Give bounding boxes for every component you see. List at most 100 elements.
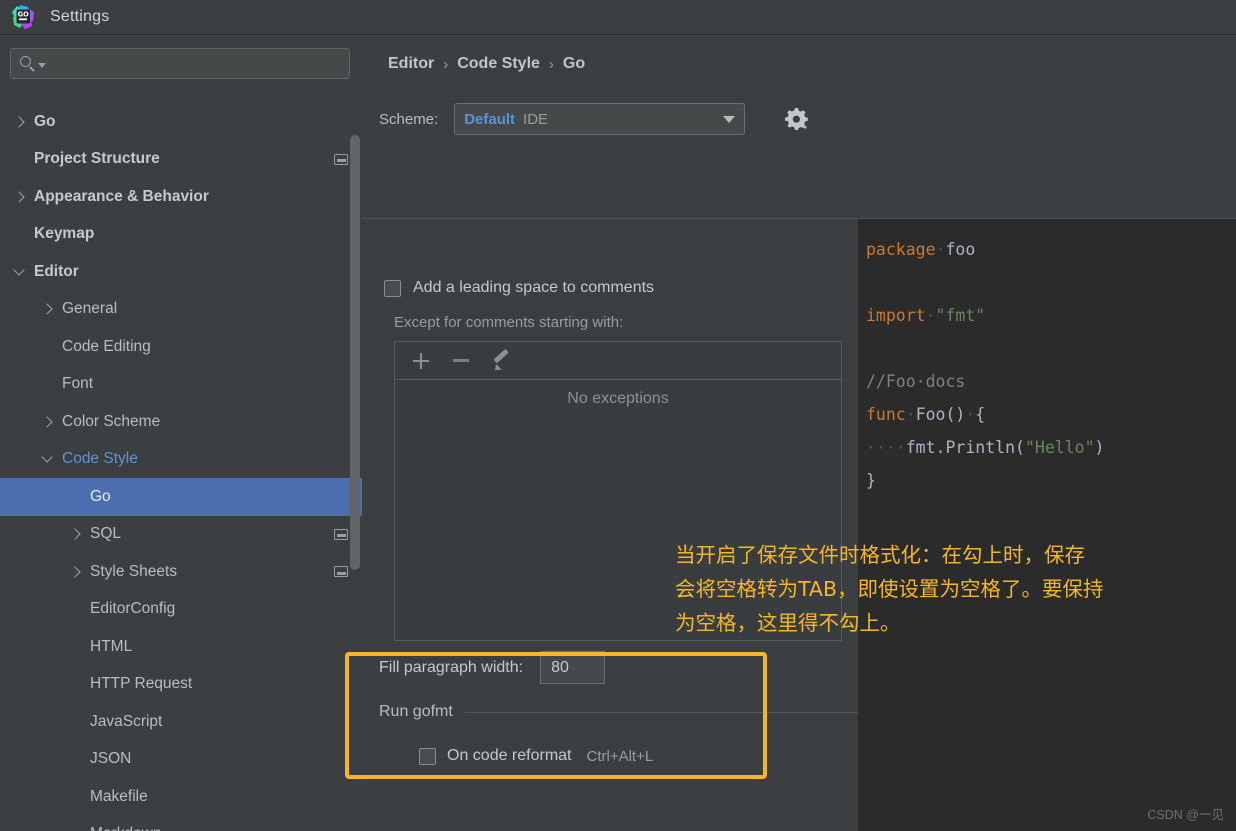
annotation-text: 当开启了保存文件时格式化：在勾上时，保存 会将空格转为TAB，即使设置为空格了。…	[675, 543, 1104, 635]
search-box[interactable]	[10, 48, 350, 79]
breadcrumb: Editor › Code Style › Go	[388, 55, 585, 73]
search-icon	[19, 55, 37, 73]
run-gofmt-group: Run gofmt On code reformat Ctrl+Alt+L	[379, 703, 859, 765]
run-gofmt-title: Run gofmt	[379, 703, 453, 720]
settings-window: GO Settings Go Project Structure Appearanc…	[0, 0, 1236, 831]
chevron-down-icon[interactable]	[38, 62, 46, 68]
chevron-right-icon[interactable]	[70, 528, 82, 540]
sidebar-item-label: JavaScript	[90, 712, 163, 730]
chevron-down-icon[interactable]	[14, 266, 26, 278]
settings-pane: Add a leading space to comments Except f…	[362, 219, 859, 831]
sidebar-item-code-editing[interactable]: Code Editing	[0, 328, 362, 366]
scheme-value: Default	[464, 110, 516, 128]
on-code-reformat-shortcut: Ctrl+Alt+L	[586, 747, 654, 765]
sidebar-item-label: Makefile	[90, 787, 148, 805]
sidebar-item-go[interactable]: Go	[0, 103, 362, 141]
sidebar-item-editorconfig[interactable]: EditorConfig	[0, 591, 362, 629]
title-bar: GO Settings	[0, 0, 1236, 35]
code-line: ····fmt.Println("Hello")	[866, 438, 1105, 457]
fill-paragraph-input[interactable]	[540, 651, 606, 684]
sidebar-item-style-sheets[interactable]: Style Sheets	[0, 553, 362, 591]
search-input[interactable]	[50, 55, 341, 72]
window-badge-icon	[334, 153, 348, 165]
scheme-select[interactable]: Default IDE	[454, 103, 746, 135]
add-icon[interactable]	[405, 347, 437, 375]
sidebar-item-label: HTTP Request	[90, 675, 193, 693]
add-leading-space-option[interactable]: Add a leading space to comments	[384, 279, 654, 297]
chevron-right-icon[interactable]	[70, 566, 82, 578]
sidebar-scrollbar-track[interactable]	[350, 135, 360, 570]
except-label: Except for comments starting with:	[394, 314, 624, 331]
sidebar-item-label: General	[62, 300, 118, 318]
exceptions-empty-text: No exceptions	[567, 390, 669, 407]
sidebar-item-label: HTML	[90, 637, 133, 655]
breadcrumb-separator: ›	[548, 55, 554, 73]
sidebar-item-color-scheme[interactable]: Color Scheme	[0, 403, 362, 441]
sidebar-item-markdown[interactable]: Markdown	[0, 816, 362, 831]
sidebar-item-label: Markdown	[90, 825, 348, 831]
chevron-right-icon[interactable]	[14, 191, 26, 203]
svg-text:GO: GO	[18, 11, 29, 19]
sidebar-item-label: Editor	[34, 262, 79, 280]
breadcrumb-item[interactable]: Go	[563, 55, 585, 73]
add-leading-space-checkbox[interactable]	[384, 279, 401, 297]
sidebar-scrollbar-thumb[interactable]	[350, 135, 360, 570]
sidebar-item-html[interactable]: HTML	[0, 628, 362, 666]
sidebar-item-font[interactable]: Font	[0, 366, 362, 404]
sidebar-item-label: Go	[34, 112, 56, 130]
chevron-right-icon[interactable]	[14, 116, 26, 128]
code-line: }	[866, 471, 876, 490]
code-preview: package·foo import·"fmt" //Foo·docs func·…	[858, 219, 1236, 831]
settings-sidebar: Go Project Structure Appearance & Behavior…	[0, 35, 362, 831]
breadcrumb-separator: ›	[443, 55, 449, 73]
remove-icon[interactable]	[445, 347, 477, 375]
settings-tree: Go Project Structure Appearance & Behavior…	[0, 103, 362, 831]
sidebar-item-label: Code Editing	[62, 337, 151, 355]
sidebar-item-label: Keymap	[34, 225, 95, 243]
group-divider	[464, 711, 859, 713]
sidebar-item-sql[interactable]: SQL	[0, 516, 362, 554]
window-badge-icon	[334, 528, 348, 540]
exceptions-toolbar	[395, 342, 841, 380]
sidebar-item-http-request[interactable]: HTTP Request	[0, 666, 362, 704]
sidebar-item-label: Go	[90, 487, 111, 505]
search-container	[0, 35, 362, 79]
sidebar-item-json[interactable]: JSON	[0, 741, 362, 779]
edit-icon[interactable]	[485, 347, 517, 375]
sidebar-item-appearance-behavior[interactable]: Appearance & Behavior	[0, 178, 362, 216]
chevron-right-icon[interactable]	[42, 303, 54, 315]
chevron-right-icon[interactable]	[42, 416, 54, 428]
sidebar-item-general[interactable]: General	[0, 291, 362, 329]
sidebar-item-label: Project Structure	[34, 150, 160, 168]
sidebar-item-code-style[interactable]: Code Style	[0, 441, 362, 479]
sidebar-item-label: Color Scheme	[62, 412, 161, 430]
sidebar-item-label: EditorConfig	[90, 600, 176, 618]
breadcrumb-item[interactable]: Editor	[388, 55, 434, 73]
add-leading-space-label: Add a leading space to comments	[413, 279, 655, 296]
chevron-down-icon[interactable]	[42, 453, 54, 465]
code-line: package·foo	[866, 240, 976, 259]
sidebar-item-label: JSON	[90, 750, 132, 768]
sidebar-item-label: Style Sheets	[90, 562, 178, 580]
on-code-reformat-checkbox[interactable]	[419, 747, 436, 765]
sidebar-item-label: Font	[62, 375, 94, 393]
sidebar-item-javascript[interactable]: JavaScript	[0, 703, 362, 741]
on-code-reformat-option[interactable]: On code reformat Ctrl+Alt+L	[419, 747, 859, 765]
gear-icon[interactable]	[782, 105, 810, 133]
sidebar-item-editor[interactable]: Editor	[0, 253, 362, 291]
fill-paragraph-row: Fill paragraph width:	[379, 651, 606, 684]
scheme-value-sub: IDE	[523, 110, 549, 128]
breadcrumb-item[interactable]: Code Style	[457, 55, 540, 73]
sidebar-item-go[interactable]: Go	[0, 478, 362, 516]
sidebar-item-keymap[interactable]: Keymap	[0, 216, 362, 254]
sidebar-item-makefile[interactable]: Makefile	[0, 778, 362, 816]
sidebar-item-project-structure[interactable]: Project Structure	[0, 141, 362, 179]
scheme-row: Scheme: Default IDE	[379, 103, 746, 135]
